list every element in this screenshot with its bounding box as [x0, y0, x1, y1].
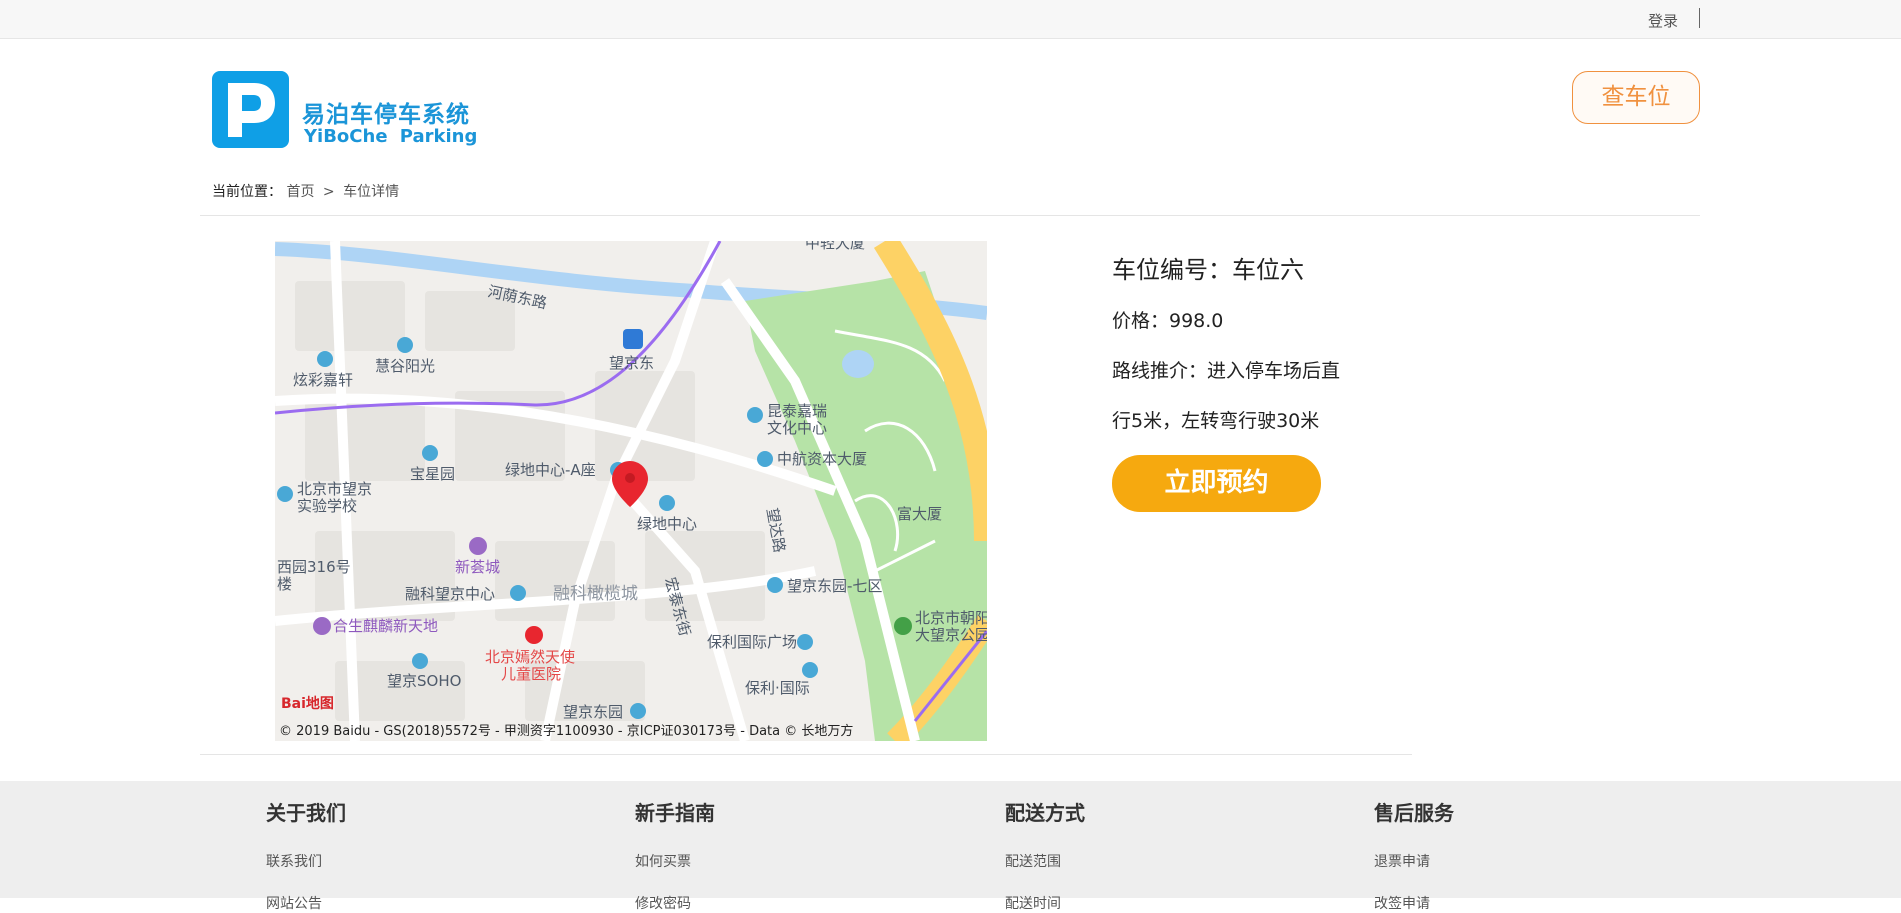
breadcrumb: 当前位置： 首页 > 车位详情: [212, 181, 399, 201]
parking-detail: 车位编号：车位六 价格：998.0 路线推介：进入停车场后直 行5米，左转弯行驶…: [1112, 250, 1340, 432]
find-parking-button[interactable]: 查车位: [1572, 71, 1700, 124]
site-logo[interactable]: 易泊车停车系统 YiBoChe Parking: [212, 71, 477, 151]
baidu-map-logo: Bai地图: [281, 696, 334, 712]
breadcrumb-current: 车位详情: [343, 184, 400, 200]
footer-col-title: 新手指南: [635, 801, 715, 825]
footer-col-aftersales: 售后服务 退票申请 改签申请: [1374, 797, 1454, 912]
map-label: 大望京公园: [915, 626, 987, 644]
breadcrumb-home-link[interactable]: 首页: [286, 184, 314, 200]
map-label: 望京东: [609, 354, 654, 372]
map-view[interactable]: 河荫东路 望京东 慧谷阳光 炫彩嘉轩 昆泰嘉瑞 文化中心 中航资本大厦 宝星园 …: [275, 241, 987, 741]
map-label: 实验学校: [297, 497, 357, 515]
logo-text-cn: 易泊车停车系统: [302, 102, 470, 128]
footer-link[interactable]: 网站公告: [266, 893, 322, 913]
map-label: 保利·国际: [745, 679, 810, 697]
book-now-button[interactable]: 立即预约: [1112, 455, 1321, 512]
header-divider: [200, 215, 1700, 216]
footer-col-title: 关于我们: [266, 801, 346, 825]
map-label: 绿地中心-A座: [505, 461, 596, 479]
map-label: 文化中心: [767, 419, 827, 437]
footer-link[interactable]: 如何买票: [635, 851, 691, 871]
login-link[interactable]: 登录: [1648, 10, 1678, 31]
parking-title: 车位编号：车位六: [1112, 256, 1304, 284]
footer-link[interactable]: 联系我们: [266, 851, 322, 871]
map-label: 北京市朝阳: [915, 609, 987, 627]
map-label: 望京东园-七区: [787, 577, 882, 595]
footer-col-title: 售后服务: [1374, 801, 1454, 825]
footer-link[interactable]: 退票申请: [1374, 851, 1430, 871]
parking-logo-icon: [212, 71, 289, 148]
map-label: 保利国际广场: [707, 633, 797, 651]
content-divider: [200, 754, 1412, 755]
map-label: 北京嫣然天使: [485, 648, 575, 666]
map-label: 慧谷阳光: [375, 357, 435, 375]
footer-link[interactable]: 修改密码: [635, 893, 691, 913]
map-label: 望京东园: [563, 703, 623, 721]
map-label: 宝星园: [410, 465, 455, 483]
map-label: 北京市望京: [297, 480, 372, 498]
footer-link[interactable]: 配送时间: [1005, 893, 1061, 913]
map-label: 富大厦: [897, 505, 942, 523]
footer-col-title: 配送方式: [1005, 801, 1085, 825]
map-label: 望京SOHO: [387, 672, 461, 690]
map-label: 儿童医院: [501, 665, 561, 683]
top-bar: 登录: [0, 0, 1901, 39]
footer-col-about: 关于我们 联系我们 网站公告: [266, 797, 346, 912]
footer-col-delivery: 配送方式 配送范围 配送时间: [1005, 797, 1085, 912]
map-label: 中轻大厦: [805, 241, 865, 252]
top-bar-separator: [1699, 8, 1700, 28]
map-label: 新荟城: [455, 558, 500, 576]
map-label: 楼: [277, 575, 292, 593]
footer-link[interactable]: 配送范围: [1005, 851, 1061, 871]
map-label: 昆泰嘉瑞: [767, 402, 827, 420]
parking-price: 价格：998.0: [1112, 310, 1224, 332]
map-label: 炫彩嘉轩: [293, 371, 353, 389]
parking-route-line1: 路线推介：进入停车场后直: [1112, 360, 1341, 382]
breadcrumb-label: 当前位置：: [212, 184, 282, 200]
map-label: 西园316号: [277, 558, 351, 576]
map-label: 绿地中心: [637, 515, 697, 533]
map-copyright: © 2019 Baidu - GS(2018)5572号 - 甲测资字11009…: [279, 724, 854, 739]
footer-link[interactable]: 改签申请: [1374, 893, 1430, 913]
breadcrumb-arrow: >: [322, 184, 335, 200]
logo-text-en: YiBoChe Parking: [304, 126, 478, 147]
footer: 关于我们 联系我们 网站公告 新手指南 如何买票 修改密码 配送方式 配送范围 …: [0, 781, 1901, 912]
map-label: 融科望京中心: [405, 585, 495, 603]
map-label: 融科橄榄城: [553, 584, 638, 604]
footer-col-guide: 新手指南 如何买票 修改密码: [635, 797, 715, 912]
map-label: 中航资本大厦: [777, 450, 867, 468]
map-label: 合生麒麟新天地: [333, 617, 438, 635]
parking-route-line2: 行5米，左转弯行驶30米: [1112, 410, 1320, 432]
